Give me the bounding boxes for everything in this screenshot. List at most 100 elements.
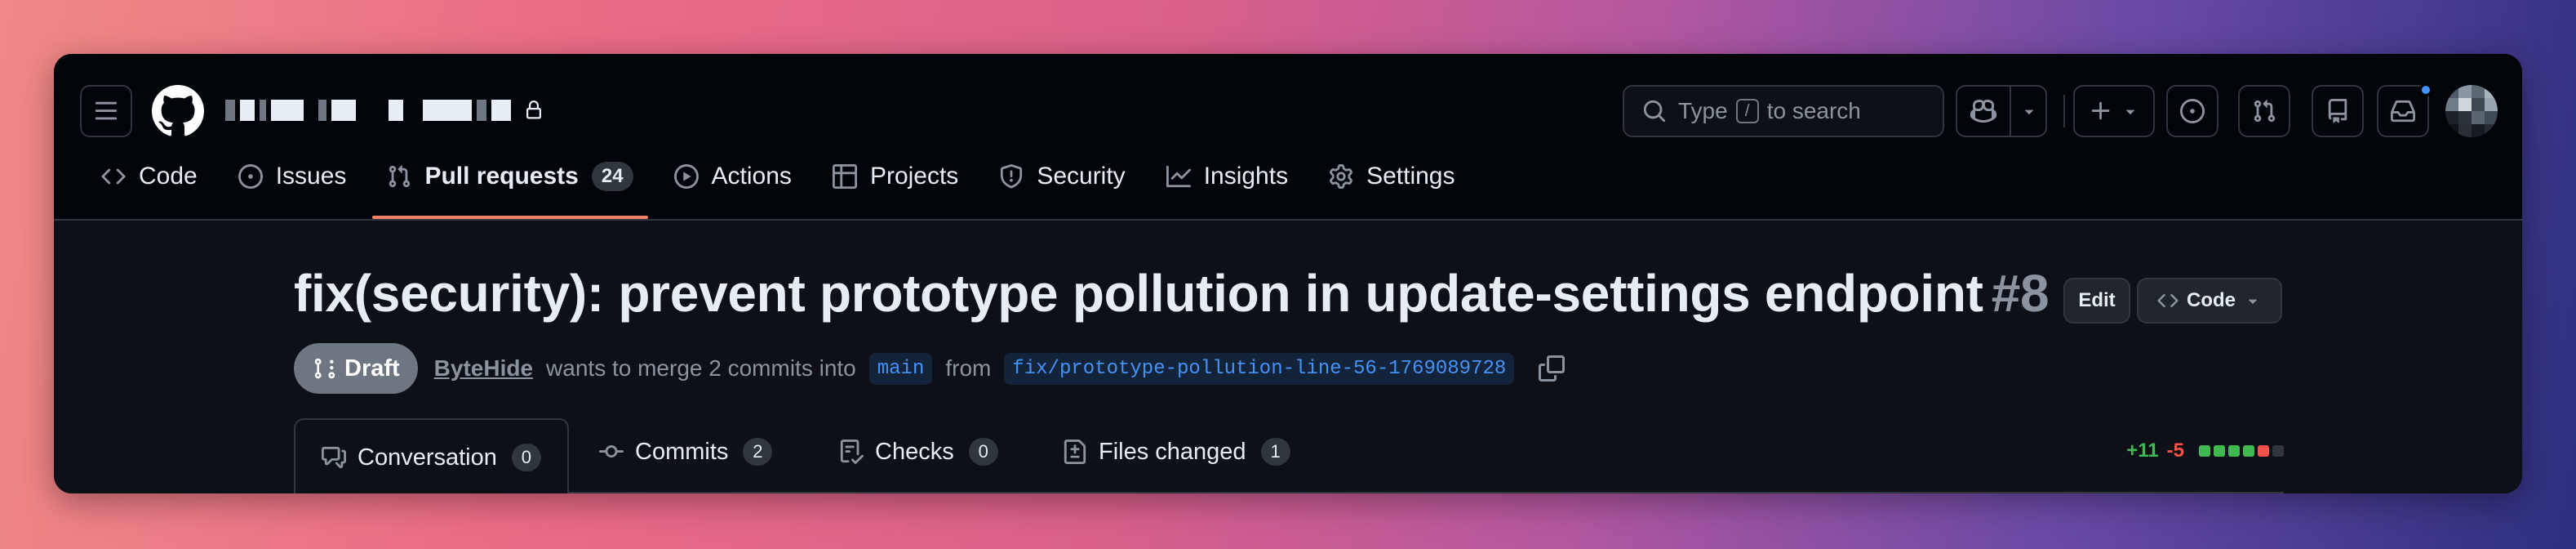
file-diff-icon bbox=[1064, 440, 1086, 464]
diffstat-additions: +11 bbox=[2126, 440, 2159, 462]
code-dropdown-button[interactable]: Code bbox=[2137, 278, 2282, 324]
copilot-button-group bbox=[1956, 85, 2047, 137]
tab-checks[interactable]: Checks 0 bbox=[813, 418, 1024, 485]
gear-icon bbox=[1330, 164, 1352, 189]
git-pull-request-icon bbox=[2254, 100, 2276, 123]
copy-icon[interactable] bbox=[1539, 355, 1566, 382]
diffstat-deletions: -5 bbox=[2166, 440, 2184, 462]
pull-requests-counter: 24 bbox=[591, 162, 633, 191]
notification-indicator bbox=[2419, 83, 2432, 96]
tab-code[interactable]: Code bbox=[87, 154, 212, 199]
tab-projects-label: Projects bbox=[869, 163, 959, 190]
tab-files-changed-label: Files changed bbox=[1099, 438, 1246, 465]
plus-icon bbox=[2091, 101, 2110, 120]
code-button-label: Code bbox=[2187, 289, 2236, 311]
issue-opened-icon bbox=[2180, 99, 2205, 123]
checklist-icon bbox=[840, 440, 864, 464]
search-icon bbox=[1643, 100, 1666, 123]
status-badge-label: Draft bbox=[344, 355, 400, 382]
base-branch[interactable]: main bbox=[868, 352, 933, 385]
pr-tab-nav: Conversation 0 Commits 2 Checks 0 Files … bbox=[294, 418, 2284, 493]
from-label: from bbox=[945, 355, 992, 381]
git-pull-request-draft-icon bbox=[314, 358, 335, 379]
breadcrumb-owner-redacted[interactable] bbox=[225, 100, 356, 121]
tab-settings-label: Settings bbox=[1366, 163, 1455, 190]
tab-conversation-label: Conversation bbox=[358, 444, 497, 471]
search-placeholder-after: to search bbox=[1766, 98, 1861, 123]
lock-icon bbox=[526, 100, 541, 119]
git-pull-request-icon bbox=[389, 165, 411, 188]
code-icon bbox=[2157, 293, 2178, 308]
conversation-counter: 0 bbox=[511, 444, 541, 471]
code-icon bbox=[101, 168, 126, 185]
git-commit-icon bbox=[599, 445, 624, 458]
pr-page: fix(security): prevent prototype polluti… bbox=[54, 222, 2522, 493]
status-badge: Draft bbox=[294, 343, 418, 394]
tab-commits-label: Commits bbox=[635, 438, 729, 465]
triangle-down-icon bbox=[2248, 299, 2258, 304]
menu-button[interactable] bbox=[80, 85, 132, 137]
tab-insights[interactable]: Insights bbox=[1152, 154, 1303, 199]
commits-counter: 2 bbox=[743, 438, 773, 466]
play-icon bbox=[673, 164, 699, 189]
diffstat-block-neutral bbox=[2272, 445, 2284, 457]
shield-icon bbox=[1001, 164, 1023, 189]
triangle-down-icon bbox=[2125, 109, 2135, 114]
files-changed-counter: 1 bbox=[1260, 438, 1290, 466]
repositories-button[interactable] bbox=[2312, 85, 2364, 137]
checks-counter: 0 bbox=[968, 438, 998, 466]
edit-title-button[interactable]: Edit bbox=[2063, 278, 2130, 324]
three-bars-icon bbox=[95, 101, 118, 120]
tab-settings[interactable]: Settings bbox=[1314, 154, 1469, 199]
tab-issues-label: Issues bbox=[275, 163, 347, 190]
copilot-icon bbox=[1970, 99, 1996, 123]
search-placeholder-before: Type bbox=[1678, 98, 1728, 123]
merge-description: wants to merge 2 commits into bbox=[546, 355, 856, 381]
github-logo-icon[interactable] bbox=[152, 85, 204, 137]
diffstat-block-added bbox=[2214, 445, 2225, 457]
header-divider bbox=[2063, 95, 2065, 127]
tab-projects[interactable]: Projects bbox=[818, 154, 973, 199]
tab-issues[interactable]: Issues bbox=[224, 154, 362, 199]
user-avatar[interactable] bbox=[2445, 85, 2498, 137]
search-shortcut-key: / bbox=[1735, 99, 1759, 123]
diffstat-block-added bbox=[2199, 445, 2210, 457]
repo-icon bbox=[2328, 99, 2347, 123]
browser-window: Type / to search Code Issues Pull reques… bbox=[54, 54, 2522, 493]
breadcrumb-repo-redacted[interactable] bbox=[389, 100, 544, 121]
tab-actions-label: Actions bbox=[711, 163, 792, 190]
table-icon bbox=[832, 164, 857, 189]
head-branch[interactable]: fix/prototype-pollution-line-56-17690897… bbox=[1004, 352, 1515, 385]
issue-opened-icon bbox=[238, 164, 263, 189]
copilot-dropdown-button[interactable] bbox=[2011, 87, 2047, 136]
tab-pull-requests[interactable]: Pull requests 24 bbox=[372, 154, 648, 219]
diffstat-block-deleted bbox=[2258, 445, 2269, 457]
create-new-button[interactable] bbox=[2073, 85, 2155, 137]
author-link[interactable]: ByteHide bbox=[434, 355, 533, 382]
search-input[interactable]: Type / to search bbox=[1623, 85, 1944, 137]
comment-discussion-icon bbox=[322, 446, 346, 469]
your-issues-button[interactable] bbox=[2166, 85, 2218, 137]
tab-checks-label: Checks bbox=[875, 438, 954, 465]
tab-files-changed[interactable]: Files changed 1 bbox=[1037, 418, 1317, 485]
pr-meta: Draft ByteHide wants to merge 2 commits … bbox=[294, 343, 1566, 394]
tab-security-label: Security bbox=[1037, 163, 1126, 190]
tab-insights-label: Insights bbox=[1203, 163, 1289, 190]
tab-pull-requests-label: Pull requests bbox=[424, 163, 579, 190]
pr-title: fix(security): prevent prototype polluti… bbox=[294, 263, 2050, 324]
your-pull-requests-button[interactable] bbox=[2238, 85, 2290, 137]
tab-commits[interactable]: Commits 2 bbox=[573, 418, 798, 485]
pr-title-text: fix(security): prevent prototype polluti… bbox=[294, 264, 1983, 323]
diffstat-block-added bbox=[2243, 445, 2254, 457]
graph-icon bbox=[1166, 165, 1191, 188]
tab-security[interactable]: Security bbox=[984, 154, 1139, 199]
diffstat: +11 -5 bbox=[2126, 440, 2284, 462]
tab-conversation[interactable]: Conversation 0 bbox=[294, 418, 569, 493]
diffstat-blocks bbox=[2199, 445, 2284, 457]
copilot-button[interactable] bbox=[1957, 87, 2010, 136]
repo-nav: Code Issues Pull requests 24 Actions Pro… bbox=[87, 154, 1481, 221]
tab-actions[interactable]: Actions bbox=[660, 154, 806, 199]
tab-code-label: Code bbox=[139, 163, 198, 190]
triangle-down-icon bbox=[2024, 109, 2034, 114]
inbox-icon bbox=[2391, 100, 2415, 123]
